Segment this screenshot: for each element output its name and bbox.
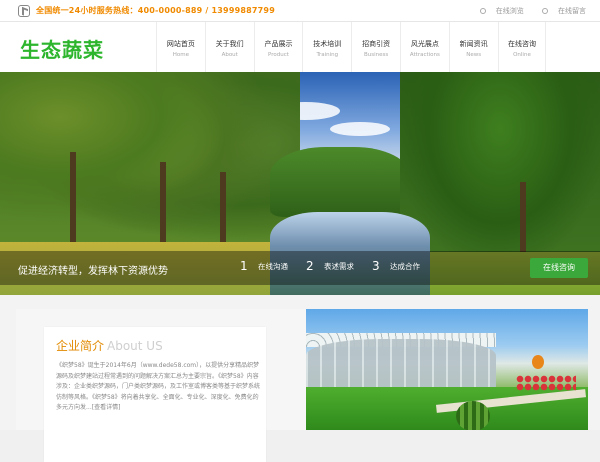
message-link-label: 在线留言 [558, 7, 586, 15]
banner-forest-right [400, 72, 600, 262]
nav-item-news[interactable]: 新闻资讯 News [448, 22, 498, 72]
hotline-text: 全国统一24小时服务热线：400-0000-889 / 13999887799 [36, 6, 275, 15]
top-links: 在线浏览 在线留言 [464, 6, 586, 16]
nav-cn-label: 在线咨询 [507, 40, 536, 48]
step-item: 1 在线沟通 [240, 259, 288, 273]
message-link[interactable]: 在线留言 [534, 7, 586, 15]
step-number: 1 [240, 259, 248, 273]
step-item: 3 达成合作 [372, 259, 420, 273]
nav-cn-label: 技术培训 [313, 40, 342, 48]
step-label: 在线沟通 [258, 261, 288, 271]
nav-item-attractions[interactable]: 风光展点 Attractions [399, 22, 449, 72]
nav-cn-label: 网站首页 [166, 40, 195, 48]
nav-cn-label: 新闻资讯 [459, 40, 488, 48]
hero-banner: 促进经济转型，发挥林下资源优势 1 在线沟通 2 表述需求 3 达成合作 在线咨询 [0, 72, 600, 295]
nav-cn-label: 产品展示 [264, 40, 293, 48]
header: 生态蔬菜 网站首页 Home 关于我们 About 产品展示 Product 技术培训… [0, 22, 600, 72]
step-item: 2 表述需求 [306, 259, 354, 273]
nav-en-label: About [221, 52, 238, 58]
step-label: 表述需求 [324, 261, 354, 271]
step-number: 3 [372, 259, 380, 273]
nav-item-online[interactable]: 在线咨询 Online [497, 22, 547, 72]
flower-bed [516, 375, 576, 391]
banner-overlay-bar: 促进经济转型，发挥林下资源优势 1 在线沟通 2 表述需求 3 达成合作 在线咨询 [0, 251, 600, 285]
nav-en-label: Online [513, 52, 531, 58]
nav-cn-label: 招商引资 [362, 40, 391, 48]
greenhouse-photo [306, 309, 588, 430]
nav-item-business[interactable]: 招商引资 Business [351, 22, 400, 72]
nav-item-training[interactable]: 技术培训 Training [302, 22, 351, 72]
about-title-en: About US [107, 339, 163, 353]
main-nav: 网站首页 Home 关于我们 About 产品展示 Product 技术培训 Train… [156, 22, 547, 72]
about-title-cn: 企业简介 [56, 339, 105, 353]
step-number: 2 [306, 259, 314, 273]
browse-link-label: 在线浏览 [495, 7, 524, 15]
nav-en-label: Product [268, 52, 289, 58]
phone-icon [18, 5, 30, 17]
process-steps: 1 在线沟通 2 表述需求 3 达成合作 [240, 259, 438, 273]
nav-en-label: Business [363, 52, 389, 58]
nav-en-label: News [466, 52, 482, 58]
step-label: 达成合作 [390, 261, 420, 271]
nav-en-label: Training [316, 52, 339, 58]
logo[interactable]: 生态蔬菜 [20, 34, 104, 63]
about-title: 企业简介 About US [56, 337, 163, 354]
nav-item-product[interactable]: 产品展示 Product [253, 22, 303, 72]
nav-item-about[interactable]: 关于我们 About [204, 22, 254, 72]
pumpkin-sculpture [532, 355, 544, 369]
nav-cn-label: 风光展点 [410, 40, 439, 48]
banner-slogan: 促进经济转型，发挥林下资源优势 [18, 266, 168, 277]
online-consult-button[interactable]: 在线咨询 [530, 258, 588, 278]
nav-en-label: Attractions [409, 52, 440, 58]
nav-en-label: Home [172, 52, 190, 58]
about-content-box: 企业简介 About US 《织梦58》诞生于2014年6月（www.dede58… [44, 327, 266, 462]
banner-forest-left [0, 72, 300, 252]
message-icon [542, 8, 548, 14]
nav-cn-label: 关于我们 [215, 40, 244, 48]
about-section: 企业简介 About US 《织梦58》诞生于2014年6月（www.dede58… [0, 295, 600, 462]
nav-item-home[interactable]: 网站首页 Home [156, 22, 205, 72]
watermelon-sculpture [456, 401, 490, 430]
about-description: 《织梦58》诞生于2014年6月（www.dede58.com），以提供分享精品… [56, 362, 261, 411]
top-bar: 全国统一24小时服务热线：400-0000-889 / 13999887799 … [0, 0, 600, 22]
greenhouse-building [306, 339, 496, 394]
globe-icon [479, 8, 486, 14]
banner-forest-mid [270, 147, 410, 217]
browse-link[interactable]: 在线浏览 [472, 7, 524, 15]
